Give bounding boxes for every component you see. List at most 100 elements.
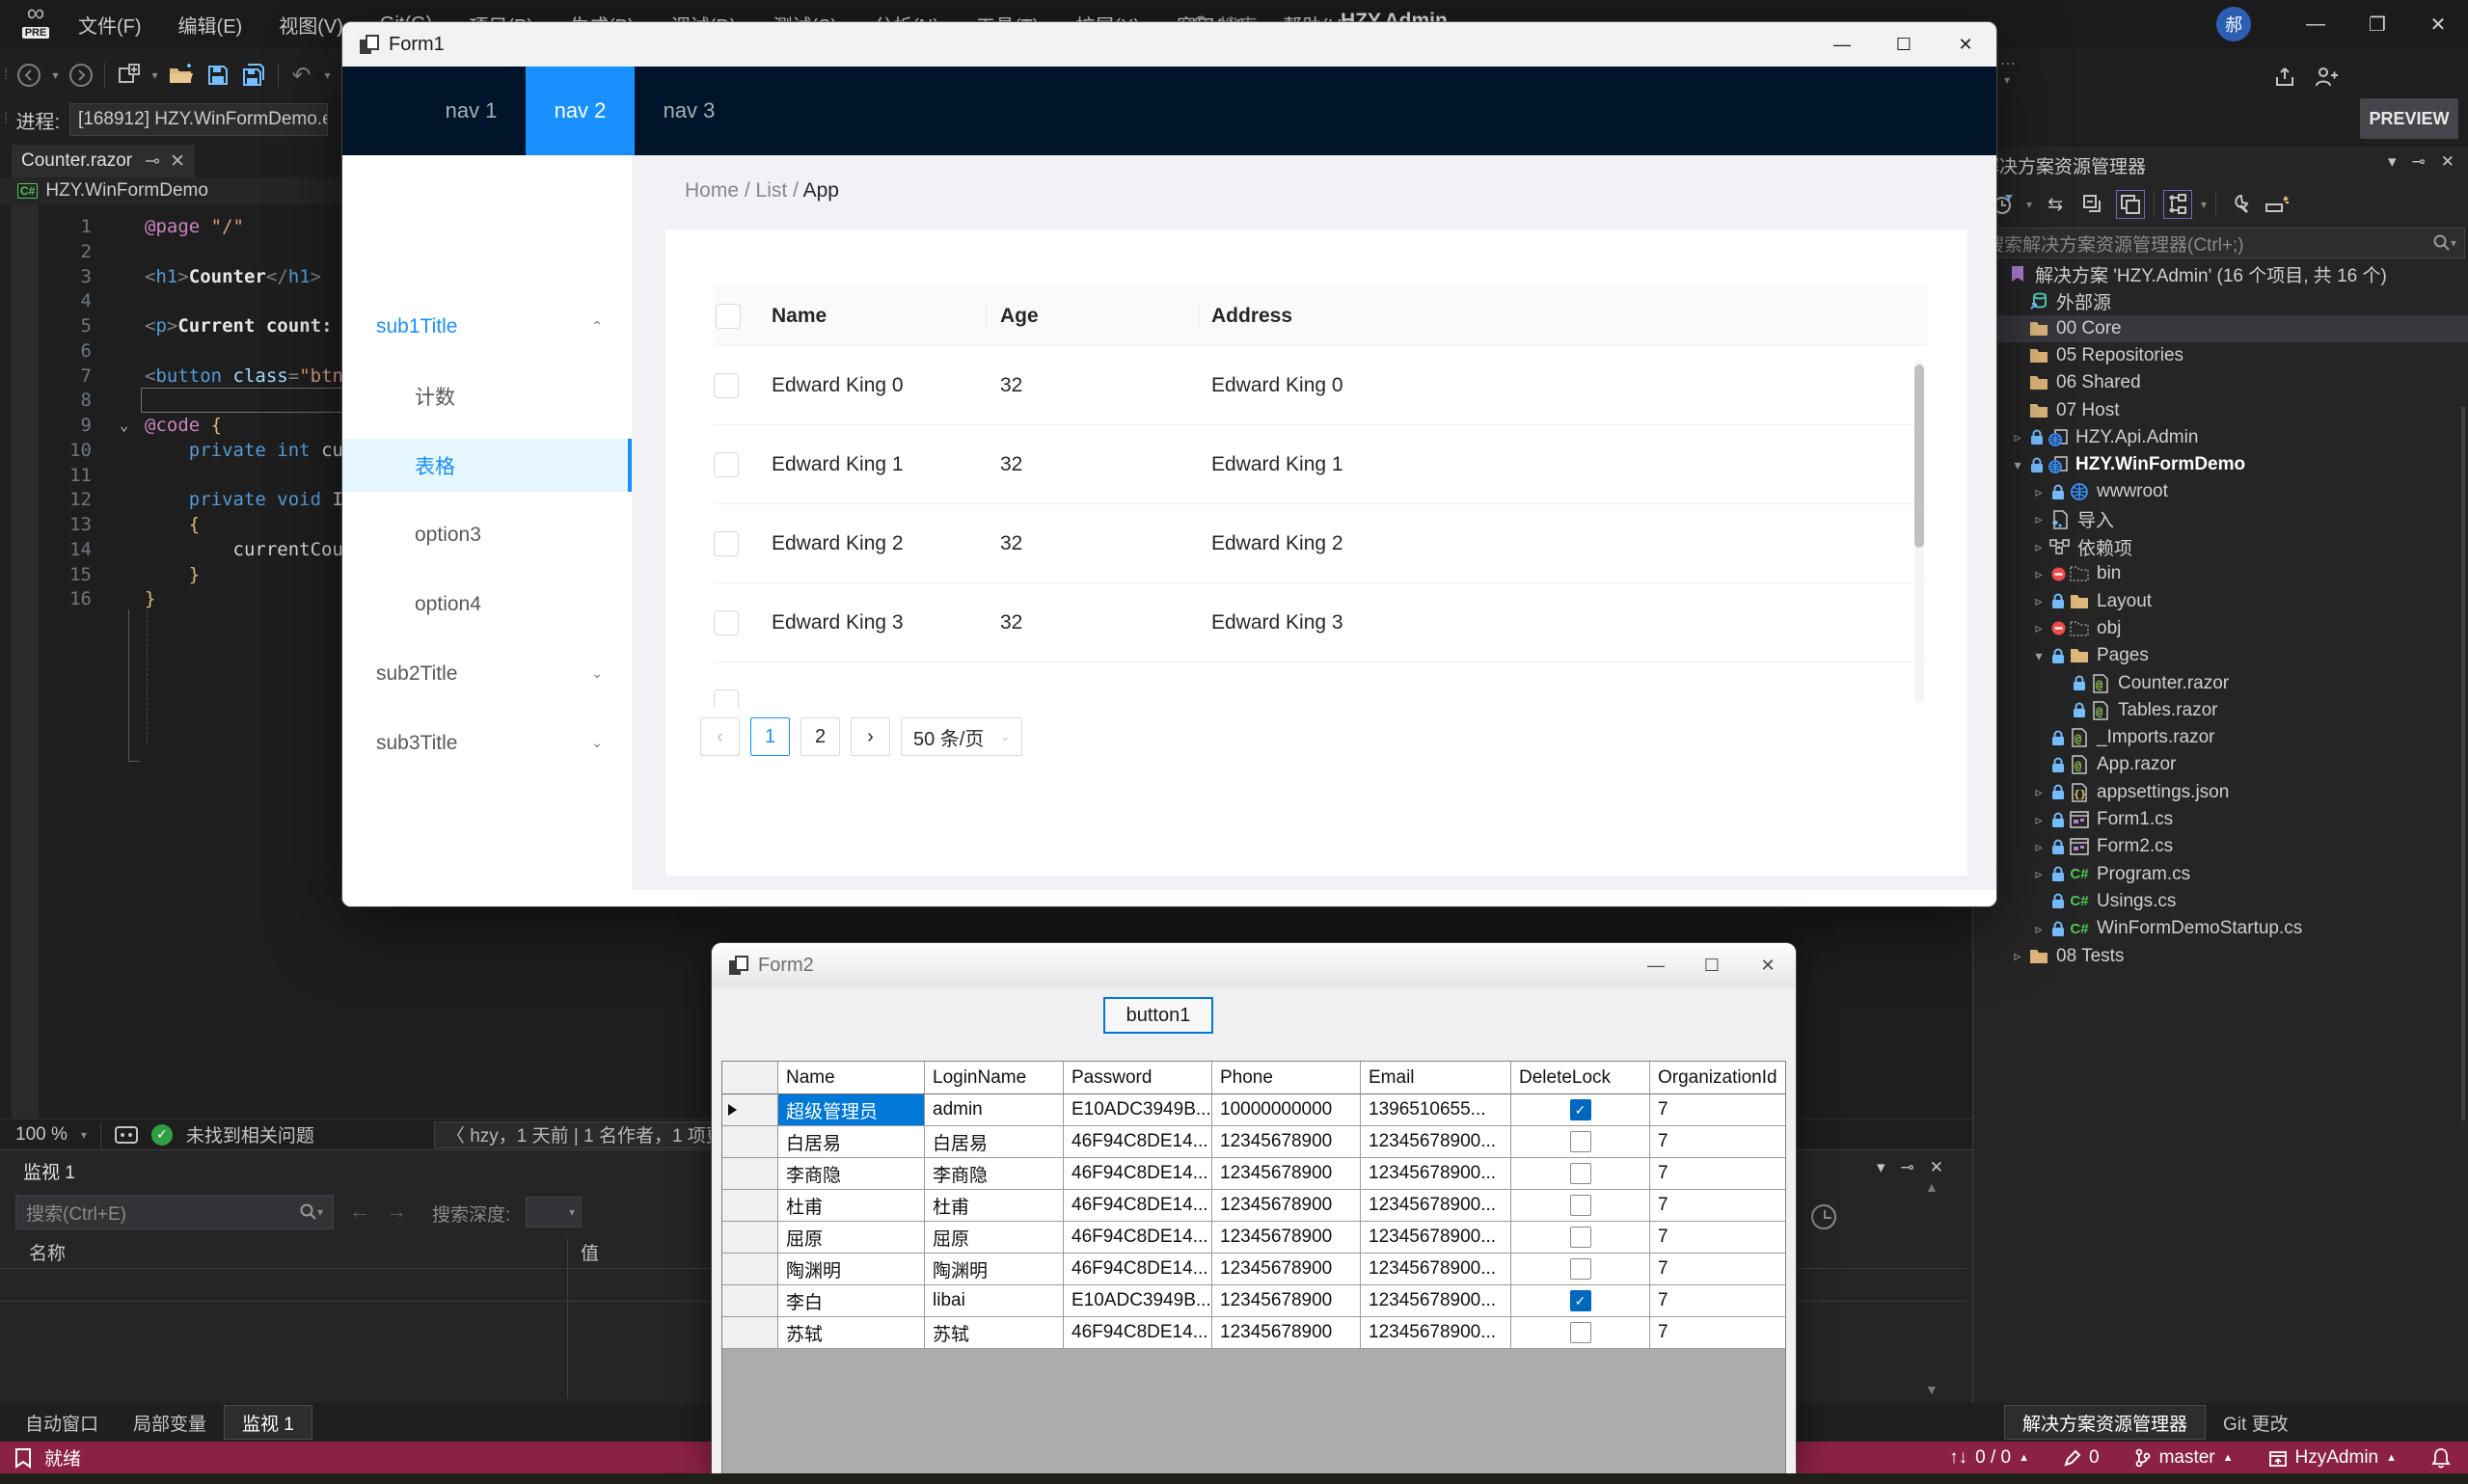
chevron-down-icon[interactable]: ▾ xyxy=(2026,198,2032,211)
windows-taskbar-edge[interactable] xyxy=(0,1473,2468,1484)
chevron-down-icon[interactable]: ▾ xyxy=(2004,73,2010,87)
tree-item-Layout[interactable]: ▹Layout xyxy=(1973,588,2468,615)
expander-closed-icon[interactable]: ▹ xyxy=(2029,866,2048,882)
cell-password[interactable]: E10ADC3949B... xyxy=(1064,1285,1212,1317)
expander-open-icon[interactable]: ▾ xyxy=(2029,648,2048,664)
grid-column-header-Password[interactable]: Password xyxy=(1064,1062,1212,1094)
nav-tab-nav 2[interactable]: nav 2 xyxy=(526,67,635,155)
window-close-button[interactable]: ✕ xyxy=(2408,0,2468,48)
expander-closed-icon[interactable]: ▹ xyxy=(2008,948,2027,964)
checkbox-unchecked[interactable] xyxy=(1570,1322,1591,1343)
cell-deletelock[interactable] xyxy=(1511,1222,1650,1254)
row-selector-cell[interactable] xyxy=(722,1094,778,1126)
cell-org[interactable]: 7 xyxy=(1650,1094,1786,1126)
cell-phone[interactable]: 12345678900 xyxy=(1212,1222,1361,1254)
chevron-down-icon[interactable]: ▾ xyxy=(151,68,157,82)
form2-maximize-button[interactable]: ☐ xyxy=(1684,943,1740,987)
form2-title-bar[interactable]: Form2 — ☐ ✕ xyxy=(712,943,1796,987)
undo-icon[interactable]: ↶ xyxy=(288,62,315,89)
cell-password[interactable]: 46F94C8DE14... xyxy=(1064,1126,1212,1158)
chevron-down-icon[interactable]: ▾ xyxy=(52,68,58,82)
cell-name[interactable]: 陶渊明 xyxy=(778,1254,925,1285)
tab-局部变量[interactable]: 局部变量 xyxy=(116,1405,224,1440)
cell-phone[interactable]: 12345678900 xyxy=(1212,1254,1361,1285)
tree-item-Program.cs[interactable]: ▹C#Program.cs xyxy=(1973,861,2468,888)
form2-close-button[interactable]: ✕ xyxy=(1740,943,1796,987)
cell-org[interactable]: 7 xyxy=(1650,1190,1786,1222)
cell-password[interactable]: E10ADC3949B... xyxy=(1064,1094,1212,1126)
grid-column-header-Name[interactable]: Name xyxy=(778,1062,925,1094)
cell-phone[interactable]: 10000000000 xyxy=(1212,1094,1361,1126)
menu-item-编辑(E)[interactable]: 编辑(E) xyxy=(160,0,261,48)
tree-item-HZY.Api.Admin[interactable]: ▹HZY.Api.Admin xyxy=(1973,424,2468,451)
git-codelens[interactable]: 〈 hzy，1 天前 | 1 名作者，1 项更改 xyxy=(434,1121,723,1148)
expander-closed-icon[interactable]: ▹ xyxy=(2029,566,2048,582)
cell-deletelock[interactable] xyxy=(1511,1190,1650,1222)
checkbox-unchecked[interactable] xyxy=(1570,1258,1591,1280)
cell-org[interactable]: 7 xyxy=(1650,1222,1786,1254)
expander-closed-icon[interactable]: ▹ xyxy=(2029,511,2048,527)
tab-解决方案资源管理器[interactable]: 解决方案资源管理器 xyxy=(2004,1405,2206,1440)
tree-item-appsettings.json[interactable]: ▹{}appsettings.json xyxy=(1973,779,2468,806)
tree-item-bin[interactable]: ▹bin xyxy=(1973,560,2468,587)
close-icon[interactable]: ✕ xyxy=(2441,152,2454,172)
expander-closed-icon[interactable]: ▹ xyxy=(2029,620,2048,636)
nav-tab-nav 3[interactable]: nav 3 xyxy=(635,67,744,155)
sync-status[interactable]: ↑↓ 0 / 0 ▲ xyxy=(1949,1447,2029,1469)
save-icon[interactable] xyxy=(204,62,231,89)
row-checkbox[interactable] xyxy=(714,689,739,708)
row-checkbox[interactable] xyxy=(714,452,739,477)
arrow-right-icon[interactable]: → xyxy=(386,1199,407,1224)
cell-email[interactable]: 12345678900... xyxy=(1361,1126,1511,1158)
cell-phone[interactable]: 12345678900 xyxy=(1212,1190,1361,1222)
tab-监视 1[interactable]: 监视 1 xyxy=(224,1405,312,1440)
preview-button[interactable]: PREVIEW xyxy=(2360,98,2458,139)
row-selector-cell[interactable] xyxy=(722,1285,778,1317)
cell-password[interactable]: 46F94C8DE14... xyxy=(1064,1158,1212,1190)
menu-item-文件(F)[interactable]: 文件(F) xyxy=(60,0,160,48)
git-repo[interactable]: HzyAdmin ▲ xyxy=(2268,1447,2397,1469)
cell-deletelock[interactable] xyxy=(1511,1158,1650,1190)
form1-title-bar[interactable]: Form1 — ☐ ✕ xyxy=(342,22,1996,67)
cell-email[interactable]: 12345678900... xyxy=(1361,1190,1511,1222)
tree-item-解决方案 'HZY.Admin' (16 个项目, 共 16 个)[interactable]: 解决方案 'HZY.Admin' (16 个项目, 共 16 个) xyxy=(1973,260,2468,287)
sidebar-item-sub3Title[interactable]: sub3Title⌄ xyxy=(342,716,632,769)
cell-login[interactable]: 屈原 xyxy=(925,1222,1064,1254)
tab-自动窗口[interactable]: 自动窗口 xyxy=(8,1405,116,1440)
window-position-icon[interactable]: ▾ xyxy=(1877,1158,1885,1177)
search-depth-dropdown[interactable]: ▾ xyxy=(526,1197,582,1228)
column-header-address[interactable]: Address xyxy=(1211,285,1292,346)
cell-phone[interactable]: 12345678900 xyxy=(1212,1317,1361,1349)
tree-item-_Imports.razor[interactable]: @_Imports.razor xyxy=(1973,724,2468,751)
breadcrumb-List[interactable]: List xyxy=(756,179,788,202)
tree-item-05 Repositories[interactable]: 05 Repositories xyxy=(1973,342,2468,369)
tree-item-Usings.cs[interactable]: C#Usings.cs xyxy=(1973,888,2468,915)
checkbox-checked[interactable]: ✓ xyxy=(1570,1099,1591,1120)
window-minimize-button[interactable]: — xyxy=(2286,0,2346,48)
row-checkbox[interactable] xyxy=(714,610,739,635)
cell-login[interactable]: 李商隐 xyxy=(925,1158,1064,1190)
cell-phone[interactable]: 12345678900 xyxy=(1212,1126,1361,1158)
cell-name[interactable]: 白居易 xyxy=(778,1126,925,1158)
row-selector-cell[interactable] xyxy=(722,1158,778,1190)
sidebar-item-sub1Title[interactable]: sub1Title⌃ xyxy=(342,300,632,353)
row-selector-cell[interactable] xyxy=(722,1190,778,1222)
cell-org[interactable]: 7 xyxy=(1650,1254,1786,1285)
sidebar-item-计数[interactable]: 计数 xyxy=(342,369,632,422)
cell-name[interactable]: 屈原 xyxy=(778,1222,925,1254)
cell-password[interactable]: 46F94C8DE14... xyxy=(1064,1190,1212,1222)
table-scrollbar[interactable] xyxy=(1914,360,1924,703)
document-health-icon[interactable] xyxy=(115,1126,138,1144)
live-share-person-icon[interactable] xyxy=(2314,66,2339,89)
form2-minimize-button[interactable]: — xyxy=(1628,943,1684,987)
cell-phone[interactable]: 12345678900 xyxy=(1212,1158,1361,1190)
checkbox-unchecked[interactable] xyxy=(1570,1227,1591,1248)
tree-item-Form1.cs[interactable]: ▹Form1.cs xyxy=(1973,806,2468,833)
checkbox-checked[interactable]: ✓ xyxy=(1570,1290,1591,1311)
grid-column-header-OrganizationId[interactable]: OrganizationId xyxy=(1650,1062,1786,1094)
cell-login[interactable]: admin xyxy=(925,1094,1064,1126)
checkbox-unchecked[interactable] xyxy=(1570,1163,1591,1184)
cell-org[interactable]: 7 xyxy=(1650,1158,1786,1190)
tree-item-07 Host[interactable]: 07 Host xyxy=(1973,397,2468,424)
cell-login[interactable]: libai xyxy=(925,1285,1064,1317)
